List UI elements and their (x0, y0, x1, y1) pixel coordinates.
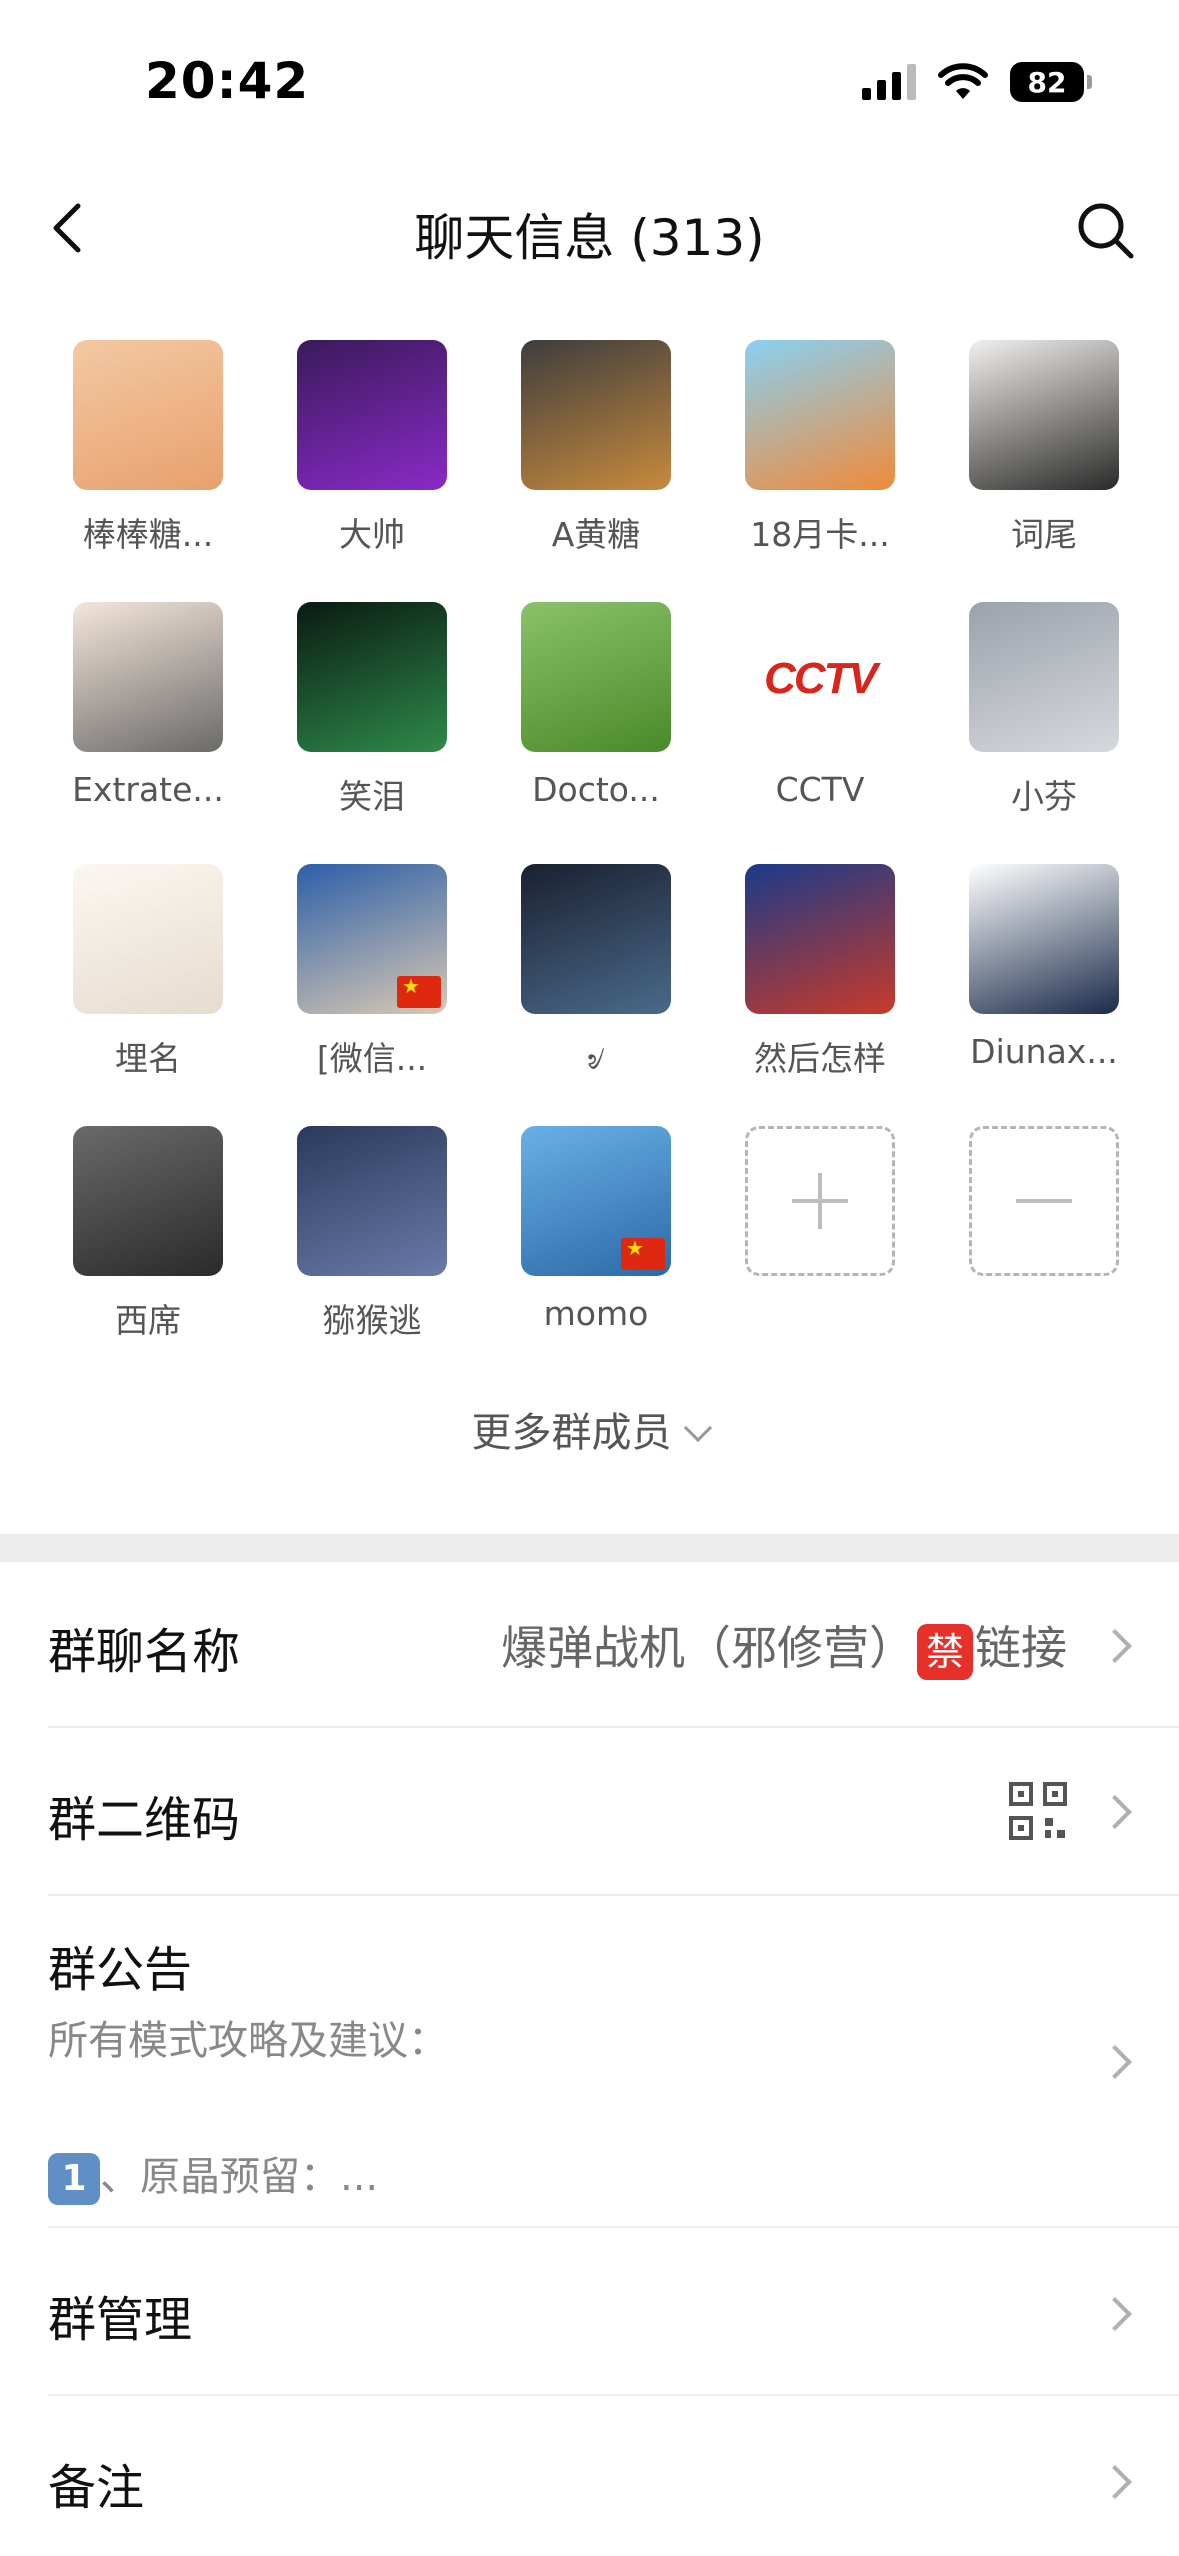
member-name: 猕猴逃 (322, 1301, 422, 1340)
chevron-right-icon (1098, 2045, 1132, 2079)
group-notice-line2-text: 、原晶预留：... (100, 2154, 379, 2200)
avatar (969, 340, 1119, 490)
group-manage-label: 群管理 (48, 2292, 193, 2348)
remark-label: 备注 (48, 2460, 145, 2516)
section-divider (0, 1534, 1179, 1562)
member-name: 埋名 (115, 1039, 181, 1078)
avatar (73, 864, 223, 1014)
member-item[interactable]: 西席 (36, 1126, 260, 1366)
avatar (73, 602, 223, 752)
avatar (297, 1126, 447, 1276)
member-name: momo (543, 1294, 649, 1333)
avatar (73, 340, 223, 490)
keycap-one-icon: 1 (48, 2153, 100, 2205)
member-name: Diunax... (970, 1032, 1118, 1071)
status-icons: 82 (862, 62, 1092, 102)
chevron-right-icon (1098, 2465, 1132, 2499)
chevron-right-icon (1098, 1629, 1132, 1663)
member-item[interactable]: 18月卡... (708, 340, 932, 580)
member-name: Docto... (532, 770, 660, 809)
page-title: 聊天信息 (313) (414, 209, 765, 267)
nav-bar: 聊天信息 (313) (0, 170, 1179, 290)
member-item[interactable]: 大帅 (260, 340, 484, 580)
more-members-label: 更多群成员 (471, 1410, 672, 1456)
member-name: 大帅 (339, 515, 405, 554)
member-item[interactable]: Diunax... (932, 864, 1156, 1104)
avatar (73, 1126, 223, 1276)
group-notice-line2: 1 、原晶预留：... (48, 2144, 378, 2205)
avatar (745, 864, 895, 1014)
member-item[interactable]: momo (484, 1126, 708, 1366)
member-name: A黄糖 (551, 515, 641, 554)
member-name: 西席 (115, 1301, 181, 1340)
group-notice-row[interactable]: 群公告 所有模式攻略及建议： 1 、原晶预留：... (0, 1896, 1179, 2228)
member-item[interactable]: A黄糖 (484, 340, 708, 580)
avatar (521, 340, 671, 490)
group-name-text: 爆弹战机（邪修营） (501, 1621, 915, 1675)
group-manage-row[interactable]: 群管理 (0, 2228, 1179, 2396)
member-item[interactable]: 词尾 (932, 340, 1156, 580)
member-item[interactable]: CCTV CCTV (708, 602, 932, 842)
group-name-label: 群聊名称 (48, 1624, 241, 1680)
member-item[interactable]: 小芬 (932, 602, 1156, 842)
member-name: 词尾 (1011, 515, 1077, 554)
search-icon[interactable] (1073, 198, 1139, 264)
group-qr-code-row[interactable]: 群二维码 (0, 1728, 1179, 1896)
member-name: 棒棒糖... (82, 515, 214, 554)
chevron-right-icon (1098, 2297, 1132, 2331)
member-item[interactable]: 埋名 (36, 864, 260, 1104)
status-bar: 20:42 82 (0, 0, 1179, 170)
member-item[interactable]: 笑泪 (260, 602, 484, 842)
battery-icon: 82 (1010, 62, 1092, 102)
group-name-text-2: 链接 (975, 1621, 1067, 1675)
wifi-icon (938, 63, 988, 99)
status-time: 20:42 (145, 52, 310, 110)
avatar (297, 340, 447, 490)
avatar (521, 602, 671, 752)
group-notice-line1: 所有模式攻略及建议： (48, 2018, 448, 2064)
member-item[interactable]: 然后怎样 (708, 864, 932, 1104)
group-qr-code-label: 群二维码 (48, 1792, 241, 1848)
member-name: ৶ (587, 1038, 605, 1077)
ban-emoji-icon: 禁 (917, 1623, 973, 1680)
cellular-signal-icon (862, 64, 916, 100)
plus-icon (745, 1126, 895, 1276)
remove-member-button[interactable] (932, 1126, 1156, 1366)
group-name-value: 爆弹战机（邪修营）禁链接 (501, 1612, 1067, 1680)
member-name: [微信... (316, 1039, 428, 1078)
avatar (297, 602, 447, 752)
china-flag-icon (397, 974, 441, 1008)
avatar (297, 864, 447, 1014)
member-item[interactable]: ৶ (484, 864, 708, 1104)
more-members-button[interactable]: 更多群成员 (0, 1400, 1179, 1458)
qr-code-icon (1009, 1782, 1067, 1840)
group-notice-label: 群公告 (48, 1942, 193, 1998)
member-name: 然后怎样 (754, 1039, 886, 1078)
avatar (521, 1126, 671, 1276)
add-member-button[interactable] (708, 1126, 932, 1366)
china-flag-icon (621, 1236, 665, 1270)
chevron-down-icon (683, 1413, 712, 1443)
member-name: CCTV (775, 770, 865, 809)
member-item[interactable]: [微信... (260, 864, 484, 1104)
member-item[interactable]: 猕猴逃 (260, 1126, 484, 1366)
cctv-logo-icon: CCTV (764, 654, 878, 703)
minus-icon (969, 1126, 1119, 1276)
avatar (969, 864, 1119, 1014)
member-item[interactable]: 棒棒糖... (36, 340, 260, 580)
avatar: CCTV (745, 602, 895, 752)
member-name: Extrate... (72, 770, 224, 809)
member-name: 小芬 (1011, 777, 1077, 816)
chevron-right-icon (1098, 1795, 1132, 1829)
member-item[interactable]: Extrate... (36, 602, 260, 842)
avatar (969, 602, 1119, 752)
remark-row[interactable]: 备注 (0, 2396, 1179, 2556)
member-item[interactable]: Docto... (484, 602, 708, 842)
member-name: 笑泪 (339, 777, 405, 816)
avatar (521, 864, 671, 1014)
member-name: 18月卡... (750, 515, 890, 554)
group-name-row[interactable]: 群聊名称 爆弹战机（邪修营）禁链接 (0, 1562, 1179, 1728)
avatar (745, 340, 895, 490)
